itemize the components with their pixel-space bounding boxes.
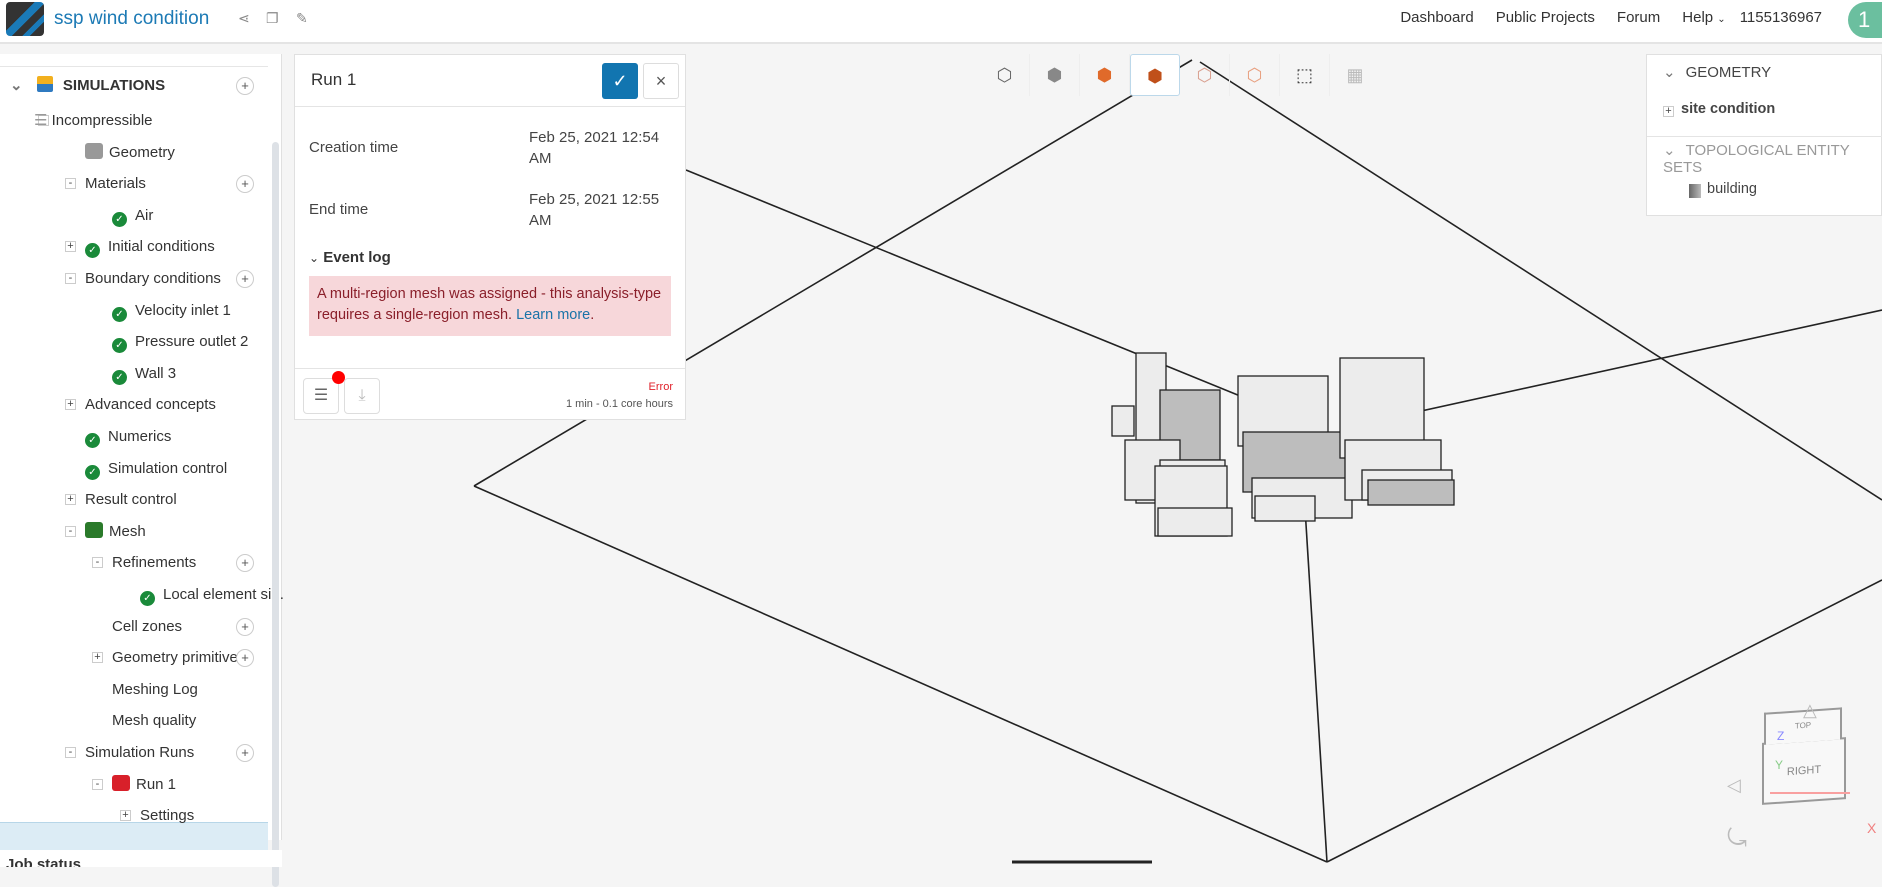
- learn-more-link[interactable]: Learn more: [516, 307, 590, 323]
- download-button[interactable]: ⤓: [344, 378, 380, 414]
- event-log-toggle[interactable]: ⌄ Event log: [309, 249, 391, 266]
- wireframe-view-icon[interactable]: ⬡: [980, 54, 1030, 96]
- event-log-button[interactable]: ☰: [303, 378, 339, 414]
- run-status: Error: [648, 381, 673, 393]
- close-icon: ×: [655, 71, 667, 91]
- run-details-panel: Run 1 ✓ × Creation time Feb 25, 2021 12:…: [294, 54, 686, 420]
- rotate-left-icon[interactable]: ◁: [1727, 775, 1741, 796]
- run-title: Run 1: [311, 70, 357, 89]
- end-time-label: End time: [309, 201, 369, 218]
- 3d-viewport[interactable]: [0, 0, 1882, 867]
- view-toolbar: ⬡ ⬢ ⬢ ⬢ ⬡ ⬡ ⬚ ▦: [980, 54, 1380, 96]
- error-message: A multi-region mesh was assigned - this …: [309, 276, 671, 336]
- hide-geometry-icon[interactable]: ▦: [1330, 54, 1380, 96]
- error-text: A multi-region mesh was assigned - this …: [317, 286, 662, 323]
- run-usage: 1 min - 0.1 core hours: [566, 398, 673, 410]
- axis-x-line: [1770, 792, 1850, 794]
- buildings-model: [1111, 352, 1455, 537]
- topological-sets-toggle[interactable]: ⌄ TOPOLOGICAL ENTITY SETS: [1663, 141, 1881, 176]
- box-select-icon[interactable]: ⬚: [1280, 54, 1330, 96]
- list-icon: ☰: [313, 387, 329, 404]
- download-icon: ⤓: [358, 387, 366, 404]
- solid-edges-view-icon[interactable]: ⬢: [1130, 54, 1180, 96]
- building-block: [1157, 507, 1233, 537]
- geometry-header: GEOMETRY: [1685, 64, 1772, 81]
- building-item[interactable]: building: [1707, 181, 1757, 197]
- chevron-down-icon: ⌄: [309, 251, 320, 265]
- event-log-label: Event log: [323, 249, 391, 266]
- point-select-icon[interactable]: ⬡: [1180, 54, 1230, 96]
- topological-sets-header: TOPOLOGICAL ENTITY SETS: [1663, 142, 1850, 176]
- close-button[interactable]: ×: [643, 63, 679, 99]
- site-condition-item[interactable]: site condition: [1681, 101, 1775, 117]
- face-select-icon[interactable]: ⬡: [1230, 54, 1280, 96]
- confirm-button[interactable]: ✓: [602, 63, 638, 99]
- check-icon: ✓: [612, 71, 628, 91]
- end-time-value: Feb 25, 2021 12:55 AM: [529, 191, 660, 229]
- rotate-up-icon[interactable]: △: [1803, 700, 1817, 721]
- geometry-panel: ⌄ GEOMETRY + site condition ⌄ TOPOLOGICAL …: [1646, 54, 1882, 216]
- building-block: [1111, 405, 1135, 437]
- chevron-down-icon: ⌄: [1663, 142, 1676, 159]
- axis-z-label: Z: [1777, 729, 1785, 743]
- rotate-around-icon[interactable]: ⤿: [1727, 825, 1747, 853]
- axis-x-label: X: [1867, 820, 1877, 836]
- creation-time-label: Creation time: [309, 139, 399, 156]
- solid-view-icon[interactable]: ⬢: [1030, 54, 1080, 96]
- building-icon: [1689, 184, 1701, 198]
- creation-time-value: Feb 25, 2021 12:54 AM: [529, 129, 660, 167]
- geometry-section-toggle[interactable]: ⌄ GEOMETRY: [1663, 63, 1771, 81]
- axis-y-label: Y: [1775, 758, 1784, 772]
- expand-toggle[interactable]: +: [1663, 106, 1674, 117]
- chevron-down-icon: ⌄: [1663, 64, 1676, 81]
- solid-orange-view-icon[interactable]: ⬢: [1080, 54, 1130, 96]
- building-block: [1367, 479, 1455, 506]
- building-block: [1254, 495, 1316, 522]
